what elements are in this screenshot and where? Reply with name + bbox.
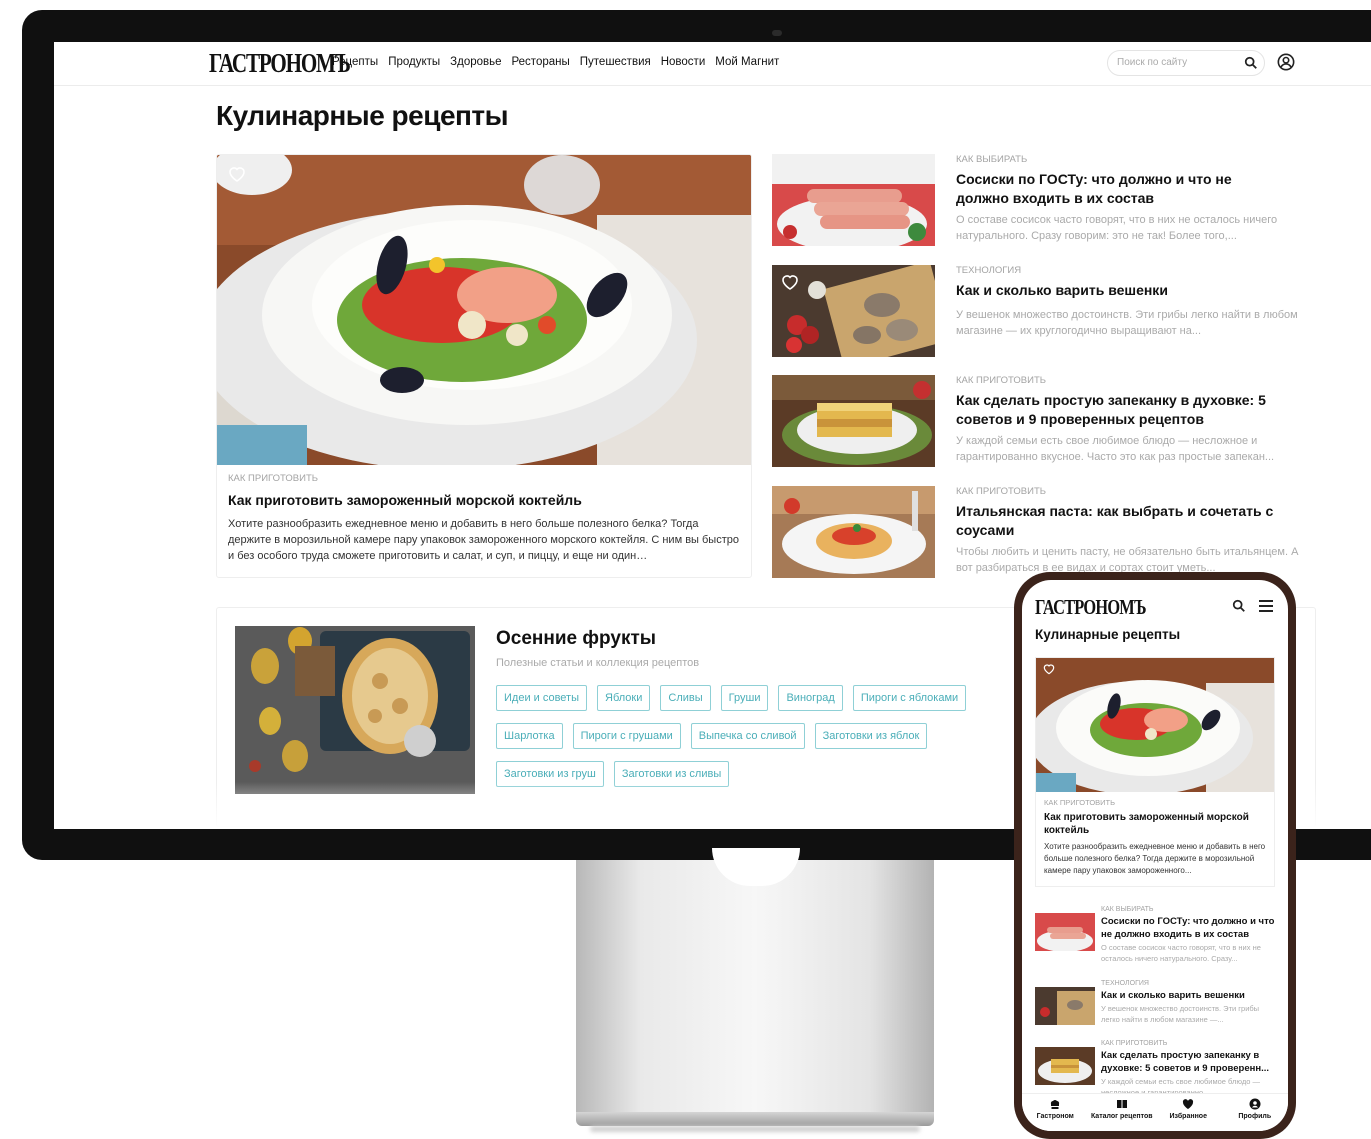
mobile-article-category: Технология xyxy=(1101,980,1149,987)
pasta-image xyxy=(772,486,935,578)
mobile-article-excerpt: У вешенок множество достоинств. Эти гриб… xyxy=(1101,1004,1260,1024)
favorite-heart-icon[interactable] xyxy=(227,165,247,183)
heart-icon xyxy=(1183,1099,1194,1109)
search-icon[interactable] xyxy=(1244,56,1258,70)
tab-catalog-label: Каталог рецептов xyxy=(1090,1113,1153,1120)
mobile-article-category: Как приготовить xyxy=(1101,1040,1168,1047)
profile-icon[interactable] xyxy=(1277,53,1295,71)
featured-category: Как приготовить xyxy=(228,473,319,484)
article-category: Как приготовить xyxy=(956,486,1047,497)
mobile-article-excerpt: О составе сосисок часто говорят, что в н… xyxy=(1101,943,1261,963)
seafood-salad-image xyxy=(217,155,751,465)
mobile-logo[interactable]: ГАСТРОНОМЪ xyxy=(1035,595,1147,620)
tag-grapes[interactable]: Виноград xyxy=(778,685,843,711)
tag-apple-preserves[interactable]: Заготовки из яблок xyxy=(814,723,928,749)
article-excerpt: О составе сосисок часто говорят, что в н… xyxy=(956,214,1278,242)
autumn-fruits-image xyxy=(235,626,475,794)
nav-item-my-magnit[interactable]: Мой Магнит xyxy=(715,56,779,68)
featured-title[interactable]: Как приготовить замороженный морской кок… xyxy=(228,492,582,508)
tab-profile-label: Профиль xyxy=(1238,1113,1272,1120)
tag-apples[interactable]: Яблоки xyxy=(597,685,651,711)
tab-catalog[interactable]: Каталог рецептов xyxy=(1089,1094,1156,1131)
seafood-salad-image xyxy=(1036,658,1274,792)
tag-plum-baking[interactable]: Выпечка со сливой xyxy=(690,723,805,749)
article-title[interactable]: Сосиски по ГОСТу: что должно и что не до… xyxy=(956,170,1286,208)
mobile-page: ГАСТРОНОМЪ Кулинарные рецепты Как пригот… xyxy=(1022,580,1288,1131)
main-nav: Рецепты Продукты Здоровье Рестораны Путе… xyxy=(332,56,779,68)
mobile-article-item[interactable]: Как выбирать Сосиски по ГОСТу: что должн… xyxy=(1035,906,1280,966)
collection-title: Осенние фрукты xyxy=(496,628,656,649)
profile-icon xyxy=(1249,1098,1261,1110)
mobile-featured-excerpt: Хотите разнообразить ежедневное меню и д… xyxy=(1044,842,1266,875)
tag-list: Идеи и советы Яблоки Сливы Груши Виногра… xyxy=(496,685,1006,787)
mobile-featured-card[interactable]: Как приготовить Как приготовить замороже… xyxy=(1035,657,1275,887)
camera xyxy=(772,30,782,36)
site-header: ГАСТРОНОМЪ Рецепты Продукты Здоровье Рес… xyxy=(54,42,1371,86)
phone-frame: ГАСТРОНОМЪ Кулинарные рецепты Как пригот… xyxy=(1014,572,1296,1139)
tag-pear-pies[interactable]: Пироги с грушами xyxy=(572,723,681,749)
article-category: Как приготовить xyxy=(956,375,1047,386)
mobile-page-title: Кулинарные рецепты xyxy=(1035,627,1181,642)
chef-hat-icon xyxy=(1051,1100,1060,1109)
tab-favorites-label: Избранное xyxy=(1169,1113,1207,1120)
featured-excerpt: Хотите разнообразить ежедневное меню и д… xyxy=(228,518,739,562)
favorite-heart-icon[interactable] xyxy=(1042,663,1056,675)
nav-item-news[interactable]: Новости xyxy=(661,56,706,68)
tag-plums[interactable]: Сливы xyxy=(660,685,711,711)
mobile-featured-category: Как приготовить xyxy=(1044,798,1116,807)
tab-home[interactable]: Гастроном xyxy=(1022,1094,1089,1131)
featured-article-card[interactable]: Как приготовить Как приготовить замороже… xyxy=(216,154,752,578)
sausages-image xyxy=(1035,913,1095,951)
monitor-stand xyxy=(576,860,934,1115)
nav-item-health[interactable]: Здоровье xyxy=(450,56,501,68)
site-logo[interactable]: ГАСТРОНОМЪ xyxy=(209,48,351,79)
search-icon[interactable] xyxy=(1232,599,1246,613)
search-input[interactable]: Поиск по сайту xyxy=(1107,50,1265,76)
nav-item-products[interactable]: Продукты xyxy=(388,56,440,68)
article-item[interactable]: Как приготовить Как сделать простую запе… xyxy=(772,375,1332,467)
article-category: Технология xyxy=(956,265,1022,276)
tab-favorites[interactable]: Избранное xyxy=(1155,1094,1222,1131)
tag-apple-pies[interactable]: Пироги с яблоками xyxy=(852,685,967,711)
article-title[interactable]: Итальянская паста: как выбрать и сочетат… xyxy=(956,502,1286,540)
article-category: Как выбирать xyxy=(956,154,1028,165)
tab-home-label: Гастроном xyxy=(1036,1113,1074,1120)
article-excerpt: У вешенок множество достоинств. Эти гриб… xyxy=(956,309,1298,337)
stand-shadow xyxy=(590,1126,920,1132)
tag-pears[interactable]: Груши xyxy=(720,685,769,711)
mobile-article-title[interactable]: Как и сколько варить вешенки xyxy=(1101,990,1279,1003)
monitor-stand-base xyxy=(576,1112,934,1126)
nav-item-restaurants[interactable]: Рестораны xyxy=(512,56,570,68)
mobile-article-item[interactable]: Как приготовить Как сделать простую запе… xyxy=(1035,1040,1280,1100)
mobile-featured-title[interactable]: Как приготовить замороженный морской кок… xyxy=(1044,811,1269,837)
mobile-article-item[interactable]: Технология Как и сколько варить вешенки … xyxy=(1035,980,1280,1040)
mobile-article-category: Как выбирать xyxy=(1101,906,1154,913)
mobile-article-title[interactable]: Сосиски по ГОСТу: что должно и что не до… xyxy=(1101,916,1279,941)
nav-item-travel[interactable]: Путешествия xyxy=(580,56,651,68)
casserole-image xyxy=(772,375,935,467)
favorite-heart-icon[interactable] xyxy=(780,273,800,291)
tag-charlotte[interactable]: Шарлотка xyxy=(496,723,563,749)
casserole-image xyxy=(1035,1047,1095,1085)
tag-ideas[interactable]: Идеи и советы xyxy=(496,685,588,711)
book-icon xyxy=(1116,1100,1127,1108)
page-title: Кулинарные рецепты xyxy=(216,100,509,131)
menu-icon[interactable] xyxy=(1259,600,1273,612)
article-excerpt: У каждой семьи есть свое любимое блюдо —… xyxy=(956,435,1275,463)
sausages-image xyxy=(772,154,935,246)
article-item[interactable]: Как выбирать Сосиски по ГОСТу: что должн… xyxy=(772,154,1332,246)
mobile-tab-bar: Гастроном Каталог рецептов Избранное Про… xyxy=(1022,1093,1288,1131)
mushrooms-image xyxy=(1035,987,1095,1025)
search-placeholder: Поиск по сайту xyxy=(1117,57,1188,68)
article-title[interactable]: Как и сколько варить вешенки xyxy=(956,281,1286,300)
collection-subtitle: Полезные статьи и коллекция рецептов xyxy=(496,657,700,669)
article-item[interactable]: Как приготовить Итальянская паста: как в… xyxy=(772,486,1332,578)
article-title[interactable]: Как сделать простую запеканку в духовке:… xyxy=(956,391,1286,429)
article-item[interactable]: Технология Как и сколько варить вешенки … xyxy=(772,265,1332,357)
tab-profile[interactable]: Профиль xyxy=(1222,1094,1289,1131)
mobile-article-title[interactable]: Как сделать простую запеканку в духовке:… xyxy=(1101,1050,1279,1075)
nav-item-recipes[interactable]: Рецепты xyxy=(332,56,378,68)
